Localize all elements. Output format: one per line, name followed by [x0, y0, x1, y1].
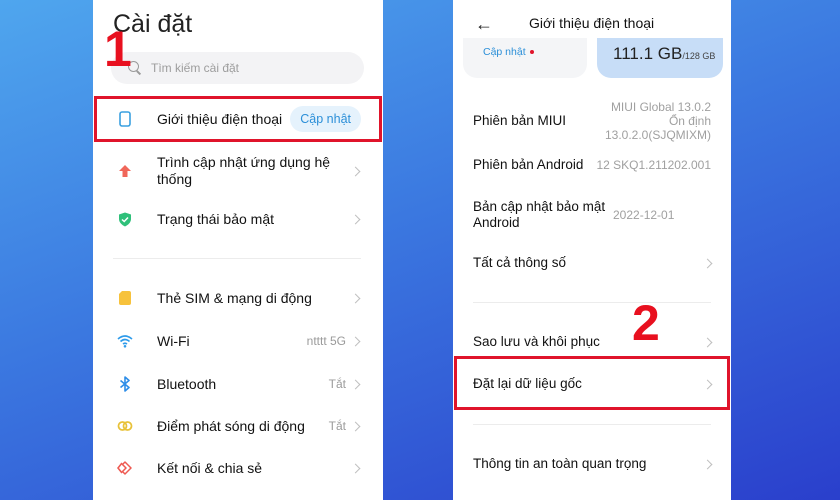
shield-check-icon	[119, 212, 131, 226]
wifi-network-name: ntttt 5G	[306, 334, 346, 348]
notification-dot	[529, 50, 534, 55]
page-title: Giới thiệu điện thoại	[529, 15, 655, 31]
menu-item-label: Thông tin an toàn quan trọng	[473, 456, 647, 471]
step-number-2: 2	[632, 295, 660, 351]
settings-item-label: Điểm phát sóng di động	[157, 417, 305, 434]
settings-item-sim-mobile-network[interactable]: Thẻ SIM & mạng di động	[93, 279, 383, 317]
chevron-right-icon	[350, 421, 361, 431]
storage-used: 111.1 GB	[613, 44, 683, 63]
info-row-miui-version: Phiên bản MIUI MIUI Global 13.0.2 Ổn địn…	[473, 98, 711, 144]
settings-item-security-status[interactable]: Trạng thái bảo mật	[93, 200, 383, 238]
info-label: Bản cập nhật bảo mật Android	[473, 199, 606, 230]
settings-item-label: Trình cập nhật ứng dụng hệ thống	[157, 154, 331, 187]
info-value-line: MIUI Global 13.0.2	[610, 100, 711, 114]
search-input[interactable]: Tìm kiếm cài đặt	[111, 52, 364, 84]
menu-item-backup-restore[interactable]: Sao lưu và khôi phục	[473, 332, 713, 352]
chevron-right-icon	[350, 166, 361, 176]
chevron-right-icon	[350, 336, 361, 346]
settings-item-bluetooth[interactable]: Bluetooth Tắt	[93, 365, 383, 403]
storage-card[interactable]: 111.1 GB/128 GB	[597, 38, 723, 78]
update-card[interactable]: Cập nhật	[463, 38, 587, 78]
update-link-label: Cập nhật	[483, 46, 526, 58]
info-label: Phiên bản Android	[473, 157, 584, 172]
info-row-security-patch: Bản cập nhật bảo mật Android 2022-12-01	[473, 198, 711, 232]
info-value: 12 SKQ1.211202.001	[596, 158, 711, 172]
info-value: 2022-12-01	[613, 208, 675, 222]
hotspot-icon	[117, 421, 133, 431]
section-divider	[473, 424, 711, 425]
info-value-line: Ổn định	[668, 114, 711, 128]
chevron-right-icon	[702, 337, 713, 347]
sim-card-icon	[119, 291, 131, 305]
settings-item-label: Thẻ SIM & mạng di động	[157, 289, 312, 306]
search-placeholder: Tìm kiếm cài đặt	[151, 61, 240, 75]
back-arrow-icon[interactable]: ←	[475, 14, 493, 35]
menu-item-label: Sao lưu và khôi phục	[473, 334, 600, 349]
chevron-right-icon	[350, 214, 361, 224]
chevron-right-icon	[350, 463, 361, 473]
chevron-right-icon	[350, 379, 361, 389]
chevron-right-icon	[350, 293, 361, 303]
about-phone-screen: ← Giới thiệu điện thoại Cập nhật 111.1 G…	[453, 0, 731, 500]
settings-item-label: Wi-Fi	[157, 332, 190, 349]
section-divider	[473, 302, 711, 303]
arrow-up-icon	[119, 165, 131, 177]
settings-item-wifi[interactable]: Wi-Fi ntttt 5G	[93, 322, 383, 360]
highlight-box-step-2	[454, 356, 730, 410]
wifi-icon	[117, 335, 133, 348]
info-value: MIUI Global 13.0.2 Ổn định 13.0.2.0(SJQM…	[605, 100, 711, 142]
bluetooth-icon	[119, 376, 130, 392]
chevron-right-icon	[702, 258, 713, 268]
settings-item-connection-sharing[interactable]: Kết nối & chia sẻ	[93, 449, 383, 487]
bluetooth-status: Tắt	[328, 377, 346, 391]
menu-item-safety-info[interactable]: Thông tin an toàn quan trọng	[473, 454, 713, 474]
section-divider	[113, 258, 361, 259]
update-link[interactable]: Cập nhật	[483, 46, 534, 58]
step-number-1: 1	[104, 21, 132, 77]
info-label: Phiên bản MIUI	[473, 113, 567, 128]
chevron-right-icon	[702, 459, 713, 469]
storage-total: /128 GB	[682, 51, 716, 61]
connection-share-icon	[117, 461, 132, 475]
settings-item-label: Bluetooth	[157, 375, 217, 392]
settings-screen: Cài đặt Tìm kiếm cài đặt Giới thiệu điện…	[93, 0, 383, 500]
info-row-android-version: Phiên bản Android 12 SKQ1.211202.001	[473, 155, 711, 175]
settings-item-label: Kết nối & chia sẻ	[157, 459, 263, 476]
info-value-line: 13.0.2.0(SJQMIXM)	[604, 128, 711, 142]
settings-item-system-app-updater[interactable]: Trình cập nhật ứng dụng hệ thống	[93, 152, 383, 190]
menu-item-all-specs[interactable]: Tất cả thông số	[473, 253, 713, 273]
highlight-box-step-1	[94, 96, 382, 142]
menu-item-label: Tất cả thông số	[473, 255, 567, 270]
hotspot-status: Tắt	[328, 419, 346, 433]
settings-item-label: Trạng thái bảo mật	[157, 210, 274, 227]
settings-item-mobile-hotspot[interactable]: Điểm phát sóng di động Tắt	[93, 407, 383, 445]
